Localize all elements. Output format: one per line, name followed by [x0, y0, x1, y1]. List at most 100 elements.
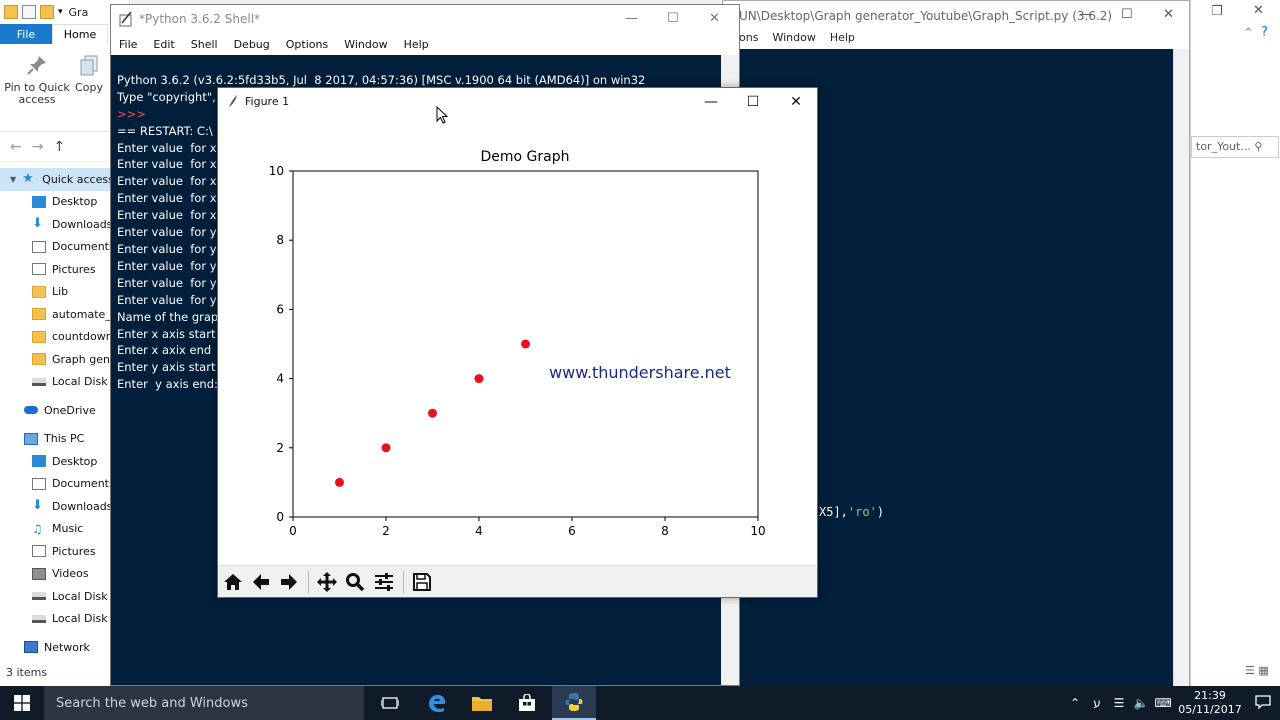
editor-titlebar: UN\Desktop\Graph generator_Youtube\Graph… [723, 1, 1189, 31]
close-icon[interactable]: ✕ [1253, 3, 1264, 18]
x-axis: 0 2 4 6 8 10 [289, 517, 766, 538]
pan-button[interactable] [314, 569, 340, 595]
nav-label: Documents [52, 240, 115, 254]
close-icon[interactable]: ✕ [784, 91, 808, 113]
code-text: ) [876, 505, 885, 519]
nav-label: OneDrive [44, 403, 96, 417]
x-tick-label: 2 [382, 524, 390, 538]
floppy-disk-icon [413, 573, 431, 591]
music-icon: ♫ [32, 521, 43, 536]
home-icon [224, 574, 242, 590]
dropdown-icon[interactable]: ▾ [58, 7, 63, 17]
taskbar-python-button[interactable] [552, 686, 596, 720]
menu-debug[interactable]: Debug [234, 38, 270, 51]
menu-options[interactable]: Options [286, 38, 328, 51]
store-bag-icon [519, 694, 535, 711]
menu-window[interactable]: Window [344, 38, 387, 51]
figure-titlebar[interactable]: Figure 1 — ☐ ✕ [218, 88, 817, 116]
folder-icon [32, 353, 46, 366]
forward-arrow-icon[interactable]: → [32, 139, 44, 155]
taskbar-store-button[interactable] [505, 686, 549, 720]
x-tick-label: 6 [568, 524, 576, 538]
task-view-button[interactable] [368, 686, 412, 720]
pictures-icon [32, 263, 46, 276]
menu-window[interactable]: Window [772, 31, 815, 49]
minimize-icon[interactable]: — [699, 91, 723, 113]
copy-icon [80, 55, 98, 76]
chevron-up-icon[interactable]: ⌃ [1243, 26, 1254, 41]
up-arrow-icon[interactable]: ↑ [53, 139, 65, 155]
save-button[interactable] [409, 569, 435, 595]
zoom-button[interactable] [342, 569, 368, 595]
network-icon [24, 641, 38, 654]
close-icon[interactable]: ✕ [1163, 7, 1174, 22]
restore-icon[interactable]: ❐ [1211, 4, 1223, 19]
editor-scrollbar[interactable] [1173, 49, 1189, 686]
notification-icon [1255, 694, 1271, 710]
clock[interactable]: 21:39 05/11/2017 [1174, 689, 1246, 717]
disk-icon [32, 614, 46, 623]
maximize-icon[interactable]: ☐ [741, 91, 765, 113]
data-point [521, 339, 530, 349]
arrow-right-icon [281, 574, 297, 590]
back-arrow-icon[interactable]: ← [10, 139, 22, 155]
search-placeholder: Search the web and Windows [56, 695, 248, 711]
folder-icon [32, 308, 46, 321]
chevron-up-icon[interactable]: ⌃ [1064, 696, 1086, 710]
edge-browser-icon [429, 694, 446, 713]
search-input[interactable]: tor_Yout... ⚲ [1191, 136, 1279, 158]
tab-home[interactable]: Home [52, 24, 108, 44]
maximize-icon[interactable]: ☐ [667, 11, 679, 26]
y-tick-label: 8 [276, 233, 284, 247]
x-tick-label: 4 [475, 524, 483, 538]
x-tick-label: 0 [289, 524, 297, 538]
video-icon [32, 567, 46, 580]
menu-shell[interactable]: Shell [191, 38, 218, 51]
view-toggle[interactable]: ☰ ▦ [1245, 664, 1269, 677]
copy-button[interactable]: Copy [72, 54, 106, 94]
plot-canvas[interactable]: Demo Graph 0 2 4 6 8 10 0 2 4 6 8 10 www.thundersh… [218, 116, 817, 565]
chevron-down-icon[interactable]: ▼ [10, 175, 16, 184]
data-point [474, 374, 484, 384]
back-button[interactable] [248, 569, 274, 595]
network-icon[interactable]: ☰ [1108, 696, 1130, 710]
maximize-icon[interactable]: ☐ [1121, 7, 1133, 22]
forward-button[interactable] [276, 569, 302, 595]
keyboard-icon[interactable]: ⌨ [1152, 696, 1174, 710]
tab-file[interactable]: File [0, 24, 52, 44]
taskbar-edge-button[interactable] [415, 686, 459, 720]
nav-label: This PC [44, 432, 85, 446]
minimize-icon[interactable]: — [1079, 7, 1092, 22]
menu-edit[interactable]: Edit [153, 38, 174, 51]
checkbox-icon[interactable] [22, 5, 36, 19]
help-icon[interactable]: ? [1261, 25, 1268, 40]
data-point [381, 443, 391, 453]
configure-subplots-button[interactable] [371, 569, 397, 595]
menu-file[interactable]: File [119, 38, 137, 51]
taskbar-search-input[interactable]: Search the web and Windows [44, 686, 364, 720]
nav-label: Documents [52, 477, 115, 491]
action-center-button[interactable] [1246, 694, 1280, 712]
desktop-icon [32, 195, 46, 208]
new-folder-icon[interactable] [40, 5, 54, 19]
home-button[interactable] [220, 569, 246, 595]
nav-label: Pictures [52, 262, 96, 276]
desktop-icon [32, 455, 46, 468]
volume-icon[interactable]: 🔈 [1130, 696, 1152, 710]
editor-title: UN\Desktop\Graph generator_Youtube\Graph… [739, 9, 1113, 23]
pictures-icon [32, 545, 46, 558]
disk-icon [32, 377, 46, 386]
start-button[interactable] [0, 686, 44, 720]
minimize-icon[interactable]: — [625, 11, 638, 26]
explorer-status: 3 items [6, 666, 48, 679]
nav-label: Network [44, 640, 90, 654]
taskbar-explorer-button[interactable] [460, 686, 504, 720]
menu-options[interactable]: ons [739, 31, 758, 49]
menu-help[interactable]: Help [830, 31, 855, 49]
pin-to-quick-access-button[interactable]: Pin to Quick access [4, 54, 70, 106]
nav-label: Quick access [42, 172, 114, 186]
nav-label: Pictures [52, 544, 96, 558]
close-icon[interactable]: ✕ [709, 11, 720, 26]
input-method-icon[interactable]: ע [1086, 696, 1108, 710]
menu-help[interactable]: Help [404, 38, 429, 51]
